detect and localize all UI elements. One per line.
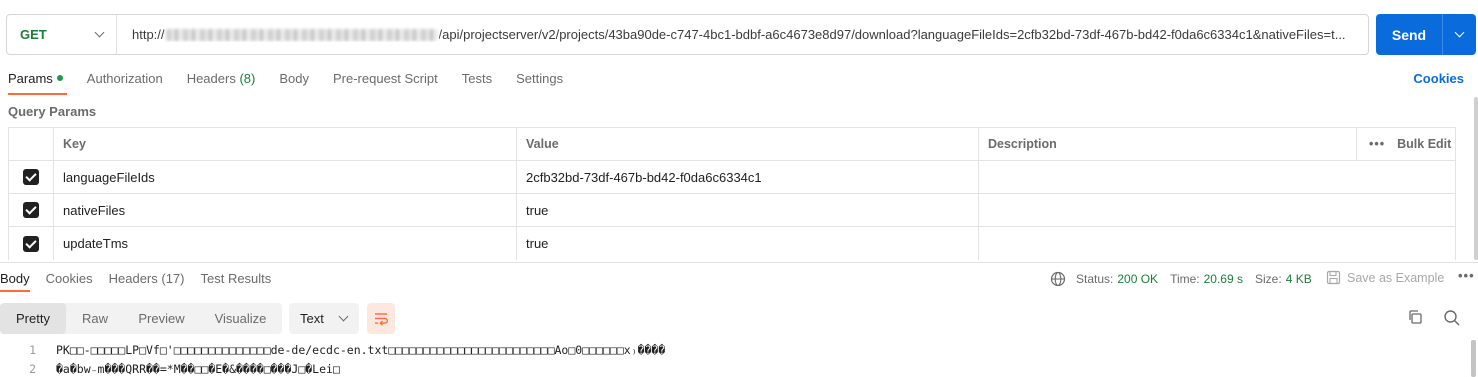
table-header-row: Key Value Description ••• Bulk Edit	[8, 128, 1456, 161]
param-key[interactable]: updateTms	[53, 227, 516, 260]
save-icon	[1326, 270, 1341, 285]
tab-response-body[interactable]: Body	[0, 271, 30, 292]
bulk-edit-button[interactable]: ••• Bulk Edit	[1356, 128, 1456, 160]
chevron-down-icon	[338, 311, 349, 322]
header-value: Value	[516, 128, 978, 160]
url-input[interactable]: http:// /api/projectserver/v2/projects/4…	[117, 27, 1368, 42]
send-button[interactable]: Send	[1376, 14, 1442, 55]
header-check-cell	[8, 128, 53, 160]
tab-label: Body	[279, 71, 309, 86]
params-scrollbar[interactable]	[1474, 97, 1478, 260]
param-checkbox[interactable]	[23, 235, 39, 252]
url-path: /api/projectserver/v2/projects/43ba90de-…	[438, 27, 1346, 42]
view-visualize[interactable]: Visualize	[199, 303, 282, 334]
more-icon: •••	[1369, 137, 1386, 151]
send-button-group: Send	[1376, 14, 1476, 55]
param-value[interactable]: 2cfb32bd-73df-467b-bd42-f0da6c6334c1	[516, 161, 978, 193]
time-label: Time:	[1170, 272, 1200, 286]
status-label: Status:	[1076, 272, 1114, 286]
redacted-host	[165, 28, 438, 41]
tab-response-headers[interactable]: Headers (17)	[109, 271, 185, 286]
param-value[interactable]: true	[516, 194, 978, 226]
search-button[interactable]	[1443, 309, 1461, 330]
tab-tests[interactable]: Tests	[462, 71, 492, 93]
wrap-lines-button[interactable]	[367, 303, 395, 334]
bulk-edit-label: Bulk Edit	[1397, 137, 1452, 151]
param-description[interactable]	[978, 227, 1456, 260]
request-tabs: Params Authorization Headers (8) Body Pr…	[8, 71, 587, 95]
tab-label: Headers	[186, 71, 236, 86]
tab-label: Tests	[461, 71, 493, 86]
code-line: 2 �a�bw₋m���QRR��=*M��□□�E�&����□���J□�L…	[0, 359, 1460, 377]
param-checkbox[interactable]	[23, 169, 39, 185]
view-raw[interactable]: Raw	[66, 303, 124, 334]
tab-params[interactable]: Params	[8, 71, 67, 95]
row-check-cell	[8, 194, 53, 226]
row-check-cell	[8, 161, 53, 193]
format-select[interactable]: Text	[289, 303, 359, 334]
param-key[interactable]: languageFileIds	[53, 161, 516, 193]
line-number: 1	[29, 342, 36, 357]
tab-settings[interactable]: Settings	[516, 71, 563, 93]
wrap-icon	[375, 312, 388, 326]
tab-authorization[interactable]: Authorization	[87, 71, 163, 93]
tab-label: Pre-request Script	[332, 71, 438, 86]
response-meta: Status: 200 OK Time: 20.69 s Size: 4 KB	[1050, 271, 1324, 287]
header-description: Description	[978, 128, 1356, 160]
time-value[interactable]: 20.69 s	[1204, 272, 1243, 286]
line-number: 2	[29, 361, 36, 376]
tab-label: Params	[8, 71, 53, 86]
row-check-cell	[8, 227, 53, 260]
tab-label: Authorization	[86, 71, 163, 86]
cookies-link[interactable]: Cookies	[1413, 71, 1464, 86]
search-icon	[1444, 310, 1460, 326]
view-preview[interactable]: Preview	[124, 303, 199, 334]
tab-pre-request-script[interactable]: Pre-request Script	[333, 71, 438, 93]
table-row: languageFileIds 2cfb32bd-73df-467b-bd42-…	[8, 161, 1456, 194]
query-params-table: Key Value Description ••• Bulk Edit langu…	[8, 127, 1456, 260]
response-body[interactable]: 1 PK□□-□□□□□LP□Vf□'□□□□□□□□□□□□□□de-de/e…	[0, 340, 1460, 377]
pane-divider[interactable]	[0, 262, 1478, 263]
copy-icon	[1409, 310, 1422, 324]
line-text: �a�bw₋m���QRR��=*M��□□�E�&����□���J□�Lei…	[56, 361, 340, 376]
copy-button[interactable]	[1407, 309, 1423, 328]
more-options-icon[interactable]: •••	[1458, 268, 1475, 283]
method-label: GET	[20, 27, 47, 42]
globe-icon[interactable]	[1050, 271, 1066, 287]
chevron-down-icon	[1454, 27, 1465, 38]
tab-test-results[interactable]: Test Results	[200, 271, 271, 286]
active-dot-icon	[56, 75, 63, 81]
url-prefix: http://	[132, 27, 165, 42]
tab-headers[interactable]: Headers (8)	[187, 71, 256, 93]
code-line: 1 PK□□-□□□□□LP□Vf□'□□□□□□□□□□□□□□de-de/e…	[0, 340, 1460, 359]
table-row: updateTms true	[8, 227, 1456, 260]
size-label: Size:	[1255, 272, 1282, 286]
view-mode-selector: Pretty Raw Preview Visualize	[0, 303, 282, 334]
status-value[interactable]: 200 OK	[1117, 272, 1158, 286]
view-pretty[interactable]: Pretty	[0, 303, 66, 334]
chevron-down-icon	[94, 27, 105, 38]
save-as-example-label: Save as Example	[1347, 270, 1445, 285]
param-description[interactable]	[978, 161, 1456, 193]
body-scrollbar[interactable]	[1471, 340, 1476, 377]
line-text: PK□□-□□□□□LP□Vf□'□□□□□□□□□□□□□□de-de/ecd…	[56, 342, 666, 357]
query-params-title: Query Params	[8, 104, 97, 119]
param-description[interactable]	[978, 194, 1456, 226]
tab-label: Settings	[516, 71, 564, 86]
format-label: Text	[300, 311, 324, 326]
tab-response-cookies[interactable]: Cookies	[46, 271, 93, 286]
tab-body[interactable]: Body	[279, 71, 309, 93]
param-key[interactable]: nativeFiles	[53, 194, 516, 226]
method-select[interactable]: GET	[7, 15, 117, 54]
size-value[interactable]: 4 KB	[1286, 272, 1312, 286]
send-options-button[interactable]	[1442, 14, 1476, 55]
table-row: nativeFiles true	[8, 194, 1456, 227]
save-as-example-button[interactable]: Save as Example	[1326, 270, 1444, 285]
param-checkbox[interactable]	[23, 202, 39, 218]
header-key: Key	[53, 128, 516, 160]
response-tabs: Body Cookies Headers (17) Test Results	[0, 271, 287, 292]
request-bar: GET http:// /api/projectserver/v2/projec…	[6, 14, 1369, 55]
param-value[interactable]: true	[516, 227, 978, 260]
tab-count: (8)	[239, 71, 256, 86]
